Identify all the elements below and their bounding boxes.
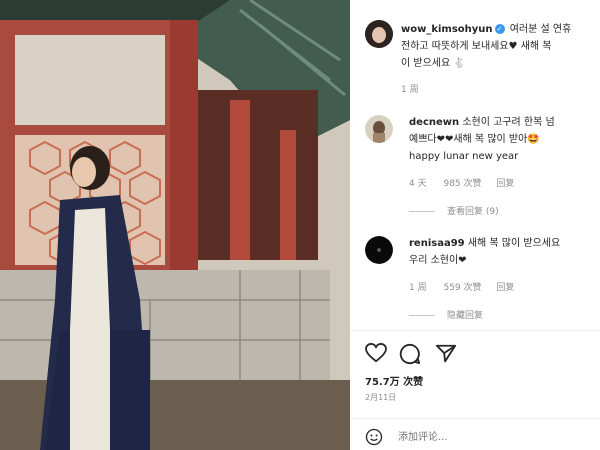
caption-line2: 전하고 따뜻하게 보내세요♥ 새해 복 — [401, 41, 552, 52]
post-date: 2月11日 — [365, 393, 397, 402]
verified-badge-icon: ✓ — [494, 24, 505, 34]
comment-meta: 1 周 559 次赞 回复 — [409, 280, 599, 293]
comment-likes[interactable]: 985 次赞 — [443, 179, 481, 189]
comment-user[interactable]: renisaa99 — [409, 238, 465, 249]
post-caption: wow_kimsohyun ✓ 여러분 설 연휴 전하고 따뜻하게 보내세요♥ 새… — [401, 21, 596, 72]
caption-line1: 여러분 설 연휴 — [509, 24, 572, 35]
comment-time: 4 天 — [409, 179, 427, 189]
comment-user[interactable]: decnewn — [409, 117, 459, 128]
heart-icon[interactable] — [365, 342, 387, 367]
comments-panel: wow_kimsohyun ✓ 여러분 설 연휴 전하고 따뜻하게 보내세요♥ 새… — [350, 0, 600, 450]
post-photo[interactable] — [0, 0, 350, 450]
photo-image — [0, 0, 350, 450]
divider — [350, 330, 600, 331]
author-avatar[interactable] — [365, 20, 393, 48]
post-likes[interactable]: 75.7万 次赞 — [365, 373, 423, 388]
add-comment-input[interactable] — [398, 428, 588, 446]
reply-button[interactable]: 回复 — [496, 179, 514, 189]
comment-line3: happy lunar new year — [409, 151, 519, 162]
comment-likes[interactable]: 559 次赞 — [443, 283, 481, 293]
post-time: 1 周 — [401, 85, 419, 95]
post-author[interactable]: wow_kimsohyun — [401, 24, 493, 35]
reply-button[interactable]: 回复 — [496, 283, 514, 293]
comment-text: decnewn 소현이 고구려 한복 넘 예쁘다❤❤새해 복 많이 받아🤩 ha… — [409, 114, 599, 165]
comment-meta: 4 天 985 次赞 回复 — [409, 176, 599, 189]
comment-line1: 소현이 고구려 한복 넘 — [462, 117, 555, 128]
comment-icon[interactable] — [399, 343, 421, 369]
share-icon[interactable] — [435, 343, 457, 369]
comment-avatar[interactable] — [365, 115, 393, 143]
emoji-icon[interactable] — [365, 428, 383, 450]
comment-text: renisaa99 새해 복 많이 받으세요 우리 소현이❤ — [409, 235, 599, 269]
comment-line2: 우리 소현이❤ — [409, 255, 467, 266]
comment-line2: 예쁘다❤❤새해 복 많이 받아🤩 — [409, 134, 540, 145]
caption-line3: 이 받으세요 🐇 — [401, 58, 466, 69]
comment-line1: 새해 복 많이 받으세요 — [467, 238, 561, 249]
hide-replies-button[interactable]: 隐藏回复 — [409, 308, 483, 321]
comment-avatar[interactable] — [365, 236, 393, 264]
view-replies-button[interactable]: 查看回复 (9) — [409, 204, 499, 217]
divider — [350, 418, 600, 419]
comment-time: 1 周 — [409, 283, 427, 293]
